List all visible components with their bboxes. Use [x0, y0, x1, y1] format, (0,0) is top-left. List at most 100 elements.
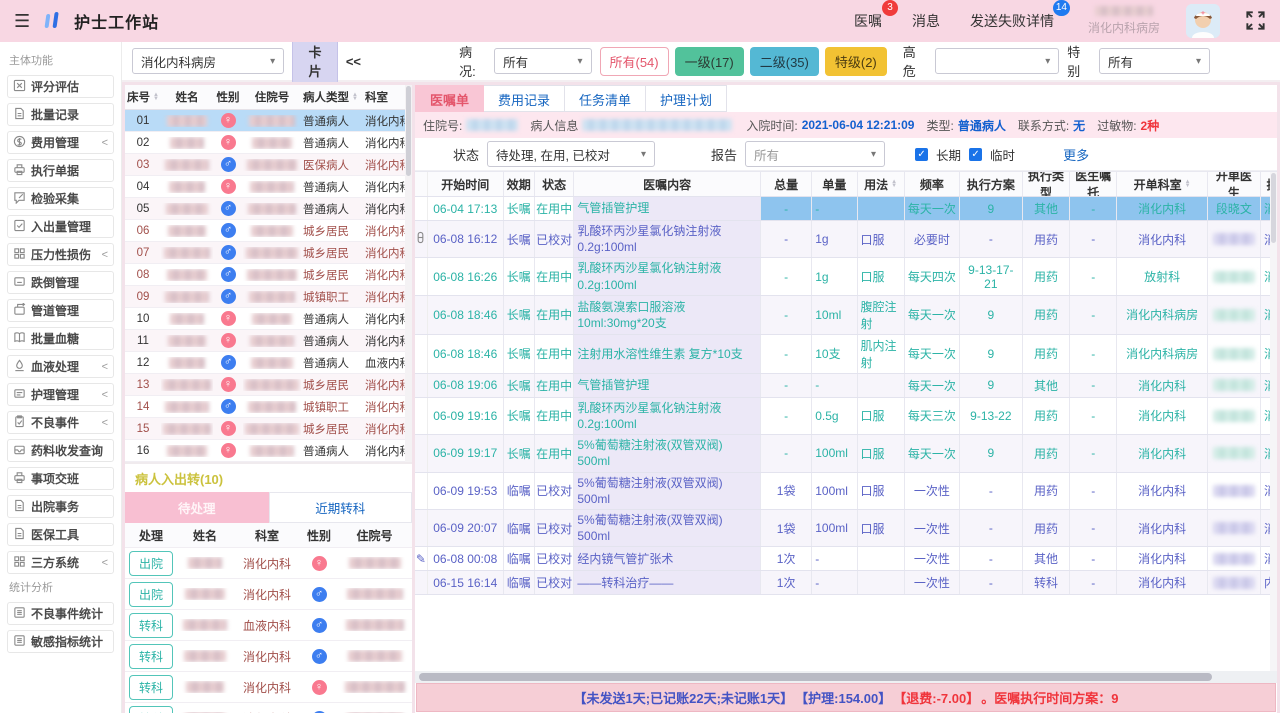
patient-row[interactable]: 12 ♂ 普通病人 血液内科	[125, 352, 412, 374]
orders-col-header[interactable]: 开单科室▲▼	[1117, 172, 1207, 196]
patient-col-header[interactable]: 病人类型▲▼	[301, 89, 363, 105]
bed-number: 05	[125, 203, 161, 215]
order-route	[858, 197, 905, 220]
patient-row[interactable]: 05 ♂ 普通病人 消化内科	[125, 198, 412, 220]
patient-list-scrollbar[interactable]	[405, 85, 412, 462]
main-tab-0[interactable]: 医嘱单	[415, 85, 484, 112]
order-row[interactable]: ✎ 06-08 00:08 临嘱 已校对 经内镜气管扩张术 1次 - 一次性 -…	[415, 547, 1277, 571]
patient-row[interactable]: 14 ♂ 城镇职工 消化内科	[125, 396, 412, 418]
sidebar-item-check[interactable]: 入出量管理	[7, 215, 114, 238]
order-row[interactable]: 06-08 16:12 长嘱 已校对 乳酸环丙沙星氯化钠注射液 0.2g:100…	[415, 221, 1277, 258]
sidebar-item-money[interactable]: 费用管理<	[7, 131, 114, 154]
patient-name-redacted	[161, 247, 213, 259]
more-link[interactable]: 更多	[1063, 145, 1089, 164]
level-filter-lvl1[interactable]: 一级(17)	[675, 47, 744, 76]
patient-row[interactable]: 04 ♀ 普通病人 消化内科	[125, 176, 412, 198]
main-tab-2[interactable]: 任务清单	[565, 85, 646, 112]
order-row[interactable]: 06-08 18:46 长嘱 在用中 盐酸氨溴索口服溶液 10ml:30mg*2…	[415, 296, 1277, 335]
patient-row[interactable]: 11 ♀ 普通病人 消化内科	[125, 330, 412, 352]
patient-row[interactable]: 08 ♂ 城乡居民 消化内科	[125, 264, 412, 286]
orders-scrollbar-vertical[interactable]	[1270, 172, 1277, 671]
nav-orders[interactable]: 医嘱 3	[852, 7, 884, 35]
patient-row[interactable]: 15 ♀ 城乡居民 消化内科	[125, 418, 412, 440]
discharge-button[interactable]: 出院	[129, 582, 173, 607]
sidebar-item-score[interactable]: 评分评估	[7, 75, 114, 98]
sidebar-item-file[interactable]: 医保工具	[7, 523, 114, 546]
order-row[interactable]: 06-09 19:53 临嘱 已校对 5%葡萄糖注射液(双管双阀) 500ml …	[415, 473, 1277, 510]
sidebar-item-card[interactable]: 护理管理<	[7, 383, 114, 406]
condition-select[interactable]: 所有▾	[494, 48, 591, 74]
order-dose: 0.5g	[812, 398, 857, 434]
transfer-panel-title: 病人入出转(10)	[125, 464, 412, 492]
sidebar-item-pipe[interactable]: 管道管理	[7, 299, 114, 322]
sidebar-item-blood[interactable]: 血液处理<	[7, 355, 114, 378]
order-row[interactable]: 06-04 17:13 长嘱 在用中 气管插管护理 - - 每天一次 9 其他 …	[415, 197, 1277, 221]
patient-col-header[interactable]: 床号▲▼	[125, 89, 161, 105]
level-filter-special[interactable]: 特级(2)	[825, 47, 887, 76]
nav-messages[interactable]: 消息	[910, 7, 942, 35]
user-avatar[interactable]	[1186, 4, 1220, 38]
order-row[interactable]: 06-09 20:07 临嘱 已校对 5%葡萄糖注射液(双管双阀) 500ml …	[415, 510, 1277, 547]
sidebar-item-print[interactable]: 执行单据	[7, 159, 114, 182]
sidebar-item-fall[interactable]: 跌倒管理	[7, 271, 114, 294]
hosp-no-redacted	[466, 119, 518, 131]
patient-row[interactable]: 06 ♂ 城乡居民 消化内科	[125, 220, 412, 242]
order-row[interactable]: 06-08 18:46 长嘱 在用中 注射用水溶性维生素 复方*10支 - 10…	[415, 335, 1277, 374]
sidebar-item-print[interactable]: 事项交班	[7, 467, 114, 490]
main-tab-3[interactable]: 护理计划	[646, 85, 727, 112]
long-term-checkbox[interactable]: ✓	[915, 148, 928, 161]
ward-name: 消化内科病房	[1088, 19, 1160, 36]
patient-row[interactable]: 07 ♂ 城乡居民 消化内科	[125, 242, 412, 264]
card-view-button[interactable]: 卡片	[292, 42, 338, 84]
order-row[interactable]: 06-09 19:17 长嘱 在用中 5%葡萄糖注射液(双管双阀) 500ml …	[415, 435, 1277, 472]
fullscreen-icon[interactable]	[1246, 11, 1266, 31]
order-row[interactable]: 06-08 16:26 长嘱 在用中 乳酸环丙沙星氯化钠注射液 0.2g:100…	[415, 258, 1277, 295]
patient-row[interactable]: 13 ♀ 城乡居民 消化内科	[125, 374, 412, 396]
sidebar-item-drug[interactable]: 药料收发查询	[7, 439, 114, 462]
patient-row[interactable]: 16 ♀ 普通病人 消化内科	[125, 440, 412, 462]
sidebar-item-file[interactable]: 出院事务	[7, 495, 114, 518]
patient-row[interactable]: 02 ♀ 普通病人 消化内科	[125, 132, 412, 154]
sidebar-item-book[interactable]: 批量血糖	[7, 327, 114, 350]
patient-type: 普通病人	[301, 179, 363, 195]
status-filter-select[interactable]: 待处理, 在用, 已校对▾	[487, 141, 655, 167]
order-row[interactable]: 06-09 19:16 长嘱 在用中 乳酸环丙沙星氯化钠注射液 0.2g:100…	[415, 398, 1277, 435]
sidebar-item-event[interactable]: 不良事件<	[7, 411, 114, 434]
discharge-button[interactable]: 出院	[129, 551, 173, 576]
sidebar-item-list[interactable]: 不良事件统计	[7, 602, 114, 625]
level-filter-all[interactable]: 所有(54)	[600, 47, 669, 76]
order-row[interactable]: 06-15 16:14 临嘱 已校对 ——转科治疗—— 1次 - 一次性 - 转…	[415, 571, 1277, 595]
sidebar-item-label: 管道管理	[31, 302, 79, 319]
nav-send-failures[interactable]: 发送失败详情 14	[968, 7, 1056, 35]
menu-icon[interactable]: ☰	[14, 11, 30, 32]
main-tab-1[interactable]: 费用记录	[484, 85, 565, 112]
high-risk-select[interactable]: ▾	[935, 48, 1060, 74]
report-filter-select[interactable]: 所有▾	[745, 141, 885, 167]
special-select[interactable]: 所有▾	[1099, 48, 1210, 74]
patient-row[interactable]: 10 ♀ 普通病人 消化内科	[125, 308, 412, 330]
transfer-button[interactable]: 转科	[129, 706, 173, 713]
transfer-button[interactable]: 转科	[129, 613, 173, 638]
transfer-tab-pending[interactable]: 待处理	[125, 492, 269, 523]
sidebar-item-grid[interactable]: 三方系统<	[7, 551, 114, 574]
patient-row[interactable]: 01 ♀ 普通病人 消化内科	[125, 110, 412, 132]
transfer-button[interactable]: 转科	[129, 675, 173, 700]
sidebar-item-collect[interactable]: 检验采集	[7, 187, 114, 210]
sidebar-item-file[interactable]: 批量记录	[7, 103, 114, 126]
collapse-panel-icon[interactable]: <<	[346, 54, 361, 69]
ward-select[interactable]: 消化内科病房▾	[132, 48, 284, 74]
patient-row[interactable]: 09 ♂ 城镇职工 消化内科	[125, 286, 412, 308]
orders-scrollbar-horizontal[interactable]	[415, 671, 1277, 683]
temporary-checkbox[interactable]: ✓	[969, 148, 982, 161]
transfer-tab-recent[interactable]: 近期转科	[269, 492, 413, 523]
transfer-button[interactable]: 转科	[129, 644, 173, 669]
patient-name-redacted	[177, 681, 233, 693]
sidebar-item-list[interactable]: 敏感指标统计	[7, 630, 114, 653]
hospital-id-redacted	[243, 357, 301, 369]
orders-col-header[interactable]: 用法▲▼	[858, 172, 905, 196]
order-row[interactable]: 06-08 19:06 长嘱 在用中 气管插管护理 - - 每天一次 9 其他 …	[415, 374, 1277, 398]
patient-row[interactable]: 03 ♂ 医保病人 消化内科	[125, 154, 412, 176]
sidebar-item-grid[interactable]: 压力性损伤<	[7, 243, 114, 266]
level-filter-lvl2[interactable]: 二级(35)	[750, 47, 819, 76]
edit-pencil-icon[interactable]: ✎	[416, 552, 426, 566]
